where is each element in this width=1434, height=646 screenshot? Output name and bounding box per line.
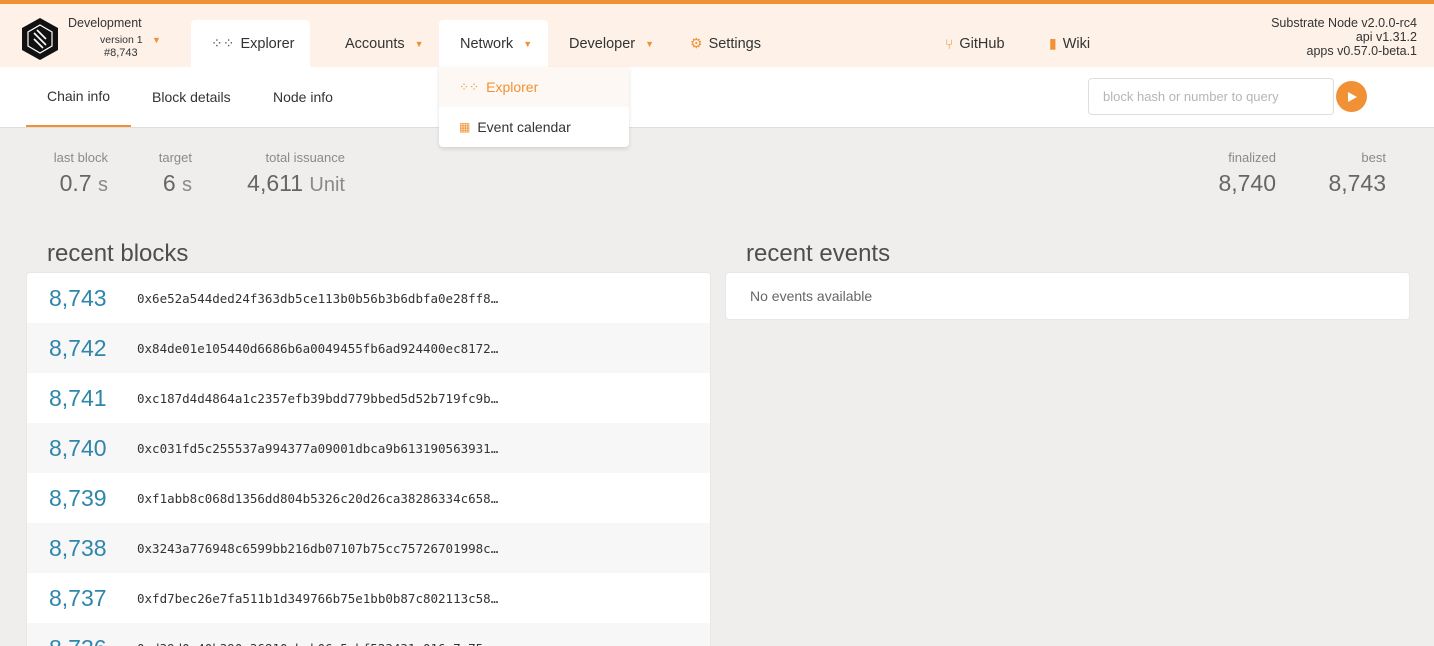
recent-blocks-list: 8,743 0x6e52a544ded24f363db5ce113b0b56b3b… [26,272,711,646]
block-number-link[interactable]: 8,737 [27,585,137,612]
block-query-input[interactable] [1088,78,1334,115]
nav-explorer[interactable]: ⁘⁘ Explorer [191,20,310,67]
block-number-link[interactable]: 8,739 [27,485,137,512]
chain-best-block: #8,743 [104,47,138,59]
block-row[interactable]: 8,7360xd39d0c40b390e36810ebcb06c5cbf5234… [27,623,710,646]
block-row[interactable]: 8,738 0x3243a776948c6599bb216db07107b75cc… [27,523,710,573]
block-row[interactable]: 8,741 0xc187d4d4864a1c2357efb39bdd779bbed… [27,373,710,423]
stat-label: target [158,150,192,165]
stat-label: total issuance [265,150,346,165]
system-info: Substrate Node v2.0.0-rc4 api v1.31.2 ap… [1271,16,1417,58]
query-submit-button[interactable] [1336,81,1367,112]
stat-best: best 8,743 [1310,150,1386,197]
stat-total-issuance: total issuance 4,611 Unit [230,150,345,197]
tab-block-details[interactable]: Block details [152,67,231,127]
tab-label: Chain info [46,88,111,104]
nav-github-label: GitHub [959,35,1005,52]
block-hash: 0x6e52a544ded24f363db5ce113b0b56b3b6dbfa… [137,290,499,306]
stat-value: 0.7 s [59,170,108,196]
stat-finalized: finalized 8,740 [1200,150,1276,197]
nav-wiki[interactable]: ▮ Wiki [1049,20,1090,67]
chevron-down-icon: ▼ [414,38,424,49]
stat-value: 6 s [162,170,192,196]
block-number-link[interactable]: 8,740 [27,435,137,462]
nav-settings[interactable]: ⚙ Settings [690,20,761,67]
dropdown-item-event-calendar[interactable]: ▦ Event calendar [439,107,629,147]
chain-selector[interactable]: Development version 1 ▼ #8,743 [68,16,168,59]
gear-icon: ⚙ [690,35,703,51]
block-hash: 0xc187d4d4864a1c2357efb39bdd779bbed5d52b… [137,390,499,406]
stat-last-block: last block 0.7 s [40,150,108,197]
block-row[interactable]: 8,740 0xc031fd5c255537a994377a09001dbca9b… [27,423,710,473]
block-number-link[interactable]: 8,741 [27,385,137,412]
block-number-link[interactable]: 8,743 [27,285,137,312]
code-branch-icon: ⑂ [945,35,954,52]
chain-version: version 1 [100,34,143,46]
nav-network[interactable]: Network ▼ [439,20,548,67]
block-row[interactable]: 8,739 0xf1abb8c068d1356dd804b5326c20d26ca… [27,473,710,523]
grid-icon: ⁘⁘ [211,35,235,51]
sub-tabs-bar: Chain info Block details Node info [0,67,1434,128]
nav-developer-label: Developer [569,35,636,52]
block-number-link[interactable]: 8,742 [27,335,137,362]
recent-blocks-title: recent blocks [47,240,189,267]
block-hash: 0xc031fd5c255537a994377a09001dbca9b61319… [137,440,499,456]
tab-label: Node info [273,89,333,105]
node-version: Substrate Node v2.0.0-rc4 [1271,16,1417,30]
block-hash: 0xfd7bec26e7fa511b1d349766b75e1bb0b87c80… [137,590,499,606]
nav-settings-label: Settings [708,35,761,52]
stat-target: target 6 s [150,150,192,197]
dropdown-item-label: Event calendar [477,119,571,135]
apps-version: apps v0.57.0-beta.1 [1306,44,1418,58]
recent-events-list: No events available [725,272,1410,320]
dropdown-item-label: Explorer [486,79,539,95]
nav-wiki-label: Wiki [1062,35,1091,52]
nav-explorer-label: Explorer [240,35,295,52]
chain-name: Development [68,16,142,30]
tab-node-info[interactable]: Node info [273,67,333,127]
block-row[interactable]: 8,743 0x6e52a544ded24f363db5ce113b0b56b3b… [27,273,710,323]
chevron-down-icon: ▼ [523,38,533,49]
book-icon: ▮ [1049,35,1057,51]
stat-value: 8,743 [1328,170,1386,196]
network-dropdown-menu: ⁘⁘ Explorer ▦ Event calendar [439,67,629,147]
block-hash: 0xd39d0c40b390e36810ebcb06c5cbf523431e01… [137,641,542,646]
calendar-icon: ▦ [459,120,471,134]
block-number-link[interactable]: 8,736 [27,635,137,646]
nav-developer[interactable]: Developer ▼ [569,20,654,67]
play-icon [1347,91,1357,102]
chevron-down-icon: ▼ [152,35,161,45]
nav-network-label: Network [460,35,514,52]
block-hash: 0x3243a776948c6599bb216db07107b75cc75726… [137,540,499,556]
stat-label: last block [53,150,108,165]
tab-label: Block details [152,89,231,105]
dropdown-item-explorer[interactable]: ⁘⁘ Explorer [439,67,629,107]
stat-value: 4,611 Unit [247,170,345,196]
block-hash: 0xf1abb8c068d1356dd804b5326c20d26ca38286… [137,490,499,506]
nav-accounts-label: Accounts [345,35,405,52]
no-events-message: No events available [750,288,873,304]
menu-bar: Development version 1 ▼ #8,743 ⁘⁘ Explor… [0,4,1434,67]
stat-value: 8,740 [1218,170,1276,196]
block-number-link[interactable]: 8,738 [27,535,137,562]
block-row[interactable]: 8,737 0xfd7bec26e7fa511b1d349766b75e1bb0b… [27,573,710,623]
api-version: api v1.31.2 [1355,30,1417,44]
stat-label: best [1361,150,1386,165]
recent-events-title: recent events [746,240,891,267]
stat-label: finalized [1228,150,1276,165]
tab-chain-info[interactable]: Chain info [26,67,131,127]
grid-icon: ⁘⁘ [459,80,480,94]
substrate-logo[interactable] [21,17,59,61]
nav-github[interactable]: ⑂ GitHub [945,20,1005,67]
block-row[interactable]: 8,742 0x84de01e105440d6686b6a0049455fb6ad… [27,323,710,373]
chevron-down-icon: ▼ [645,38,655,49]
block-hash: 0x84de01e105440d6686b6a0049455fb6ad92440… [137,340,499,356]
nav-accounts[interactable]: Accounts ▼ [345,20,424,67]
